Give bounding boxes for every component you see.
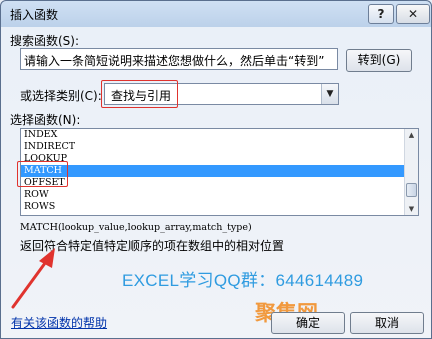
search-label: 搜索函数(S): [10,34,80,48]
qq-group-watermark: EXCEL学习QQ群：644614489 [122,271,364,290]
scroll-up-icon[interactable]: ▲ [405,129,418,141]
function-list-label: 选择函数(N): [10,113,81,127]
insert-function-dialog: 插入函数 ? ✕ 搜索函数(S): 请输入一条简短说明来描述您想做什么，然后单击… [0,0,432,339]
function-list[interactable]: INDEX INDIRECT LOOKUP MATCH OFFSET ROW R… [20,128,419,216]
list-item-rows[interactable]: ROWS [21,201,418,213]
go-button[interactable]: 转到(G) [346,49,412,72]
function-signature: MATCH(lookup_value,lookup_array,match_ty… [20,222,252,233]
close-button[interactable]: ✕ [396,4,430,24]
category-highlight-box [101,80,178,108]
list-item-match[interactable]: MATCH [21,165,418,177]
search-input[interactable]: 请输入一条简短说明来描述您想做什么，然后单击“转到” [20,48,338,70]
scroll-down-icon[interactable]: ▼ [405,203,418,215]
scrollbar-thumb[interactable] [406,183,417,197]
function-list-scrollbar[interactable]: ▲ ▼ [404,129,418,215]
list-item-indirect[interactable]: INDIRECT [21,141,418,153]
list-item-offset[interactable]: OFFSET [21,177,418,189]
match-highlight-box [17,161,68,187]
list-item-lookup[interactable]: LOOKUP [21,153,418,165]
function-help-link[interactable]: 有关该函数的帮助 [11,314,107,331]
title-bar: 插入函数 ? ✕ [1,1,431,27]
category-label: 或选择类别(C): [20,89,102,103]
close-icon: ✕ [407,7,419,21]
dialog-title: 插入函数 [10,8,59,22]
function-description: 返回符合特定值特定顺序的项在数组中的相对位置 [20,239,285,253]
ok-button[interactable]: 确定 [271,312,345,334]
list-item-row[interactable]: ROW [21,189,418,201]
list-item-index[interactable]: INDEX [21,129,418,141]
help-button[interactable]: ? [368,4,394,24]
cancel-button[interactable]: 取消 [350,312,424,334]
chevron-down-icon[interactable]: ▼ [321,84,338,104]
